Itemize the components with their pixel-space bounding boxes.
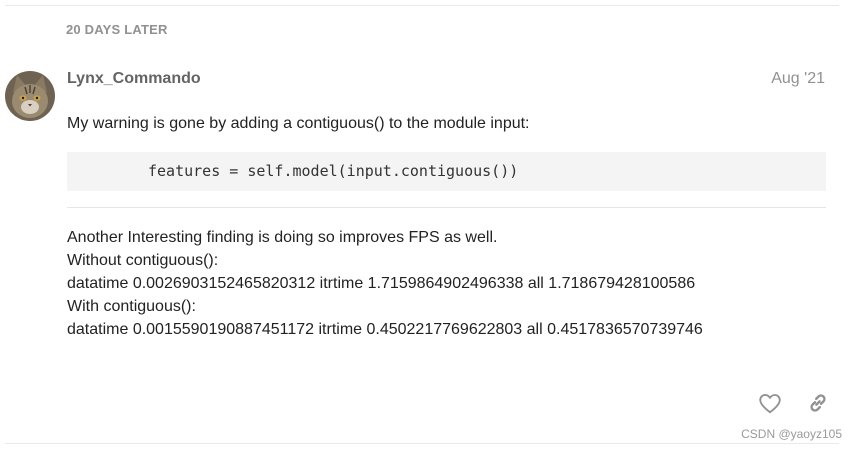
post-username[interactable]: Lynx_Commando [67,70,201,88]
code-block: features = self.model(input.contiguous()… [67,152,826,191]
time-gap-label: 20 DAYS LATER [66,22,168,37]
body-line: With contiguous(): [67,298,196,315]
body-line: Without contiguous(): [67,252,219,269]
post-intro-text: My warning is gone by adding a contiguou… [67,115,530,132]
user-avatar[interactable] [5,71,55,121]
body-line: datatime 0.0015590190887451172 itrtime 0… [67,321,703,338]
csdn-watermark: CSDN @yaoyz105 [741,427,842,441]
content-divider [67,207,826,208]
share-link-button[interactable] [805,390,831,416]
body-line: Another Interesting finding is doing so … [67,229,498,246]
bottom-divider [5,443,839,444]
code-line: features = self.model(input.contiguous()… [148,162,519,180]
top-divider [5,5,839,6]
heart-icon [759,394,781,414]
like-button[interactable] [757,390,783,416]
link-icon [810,394,826,412]
post-date[interactable]: Aug '21 [771,70,825,88]
cat-avatar-icon [5,71,55,121]
body-line: datatime 0.0026903152465820312 itrtime 1… [67,275,696,292]
